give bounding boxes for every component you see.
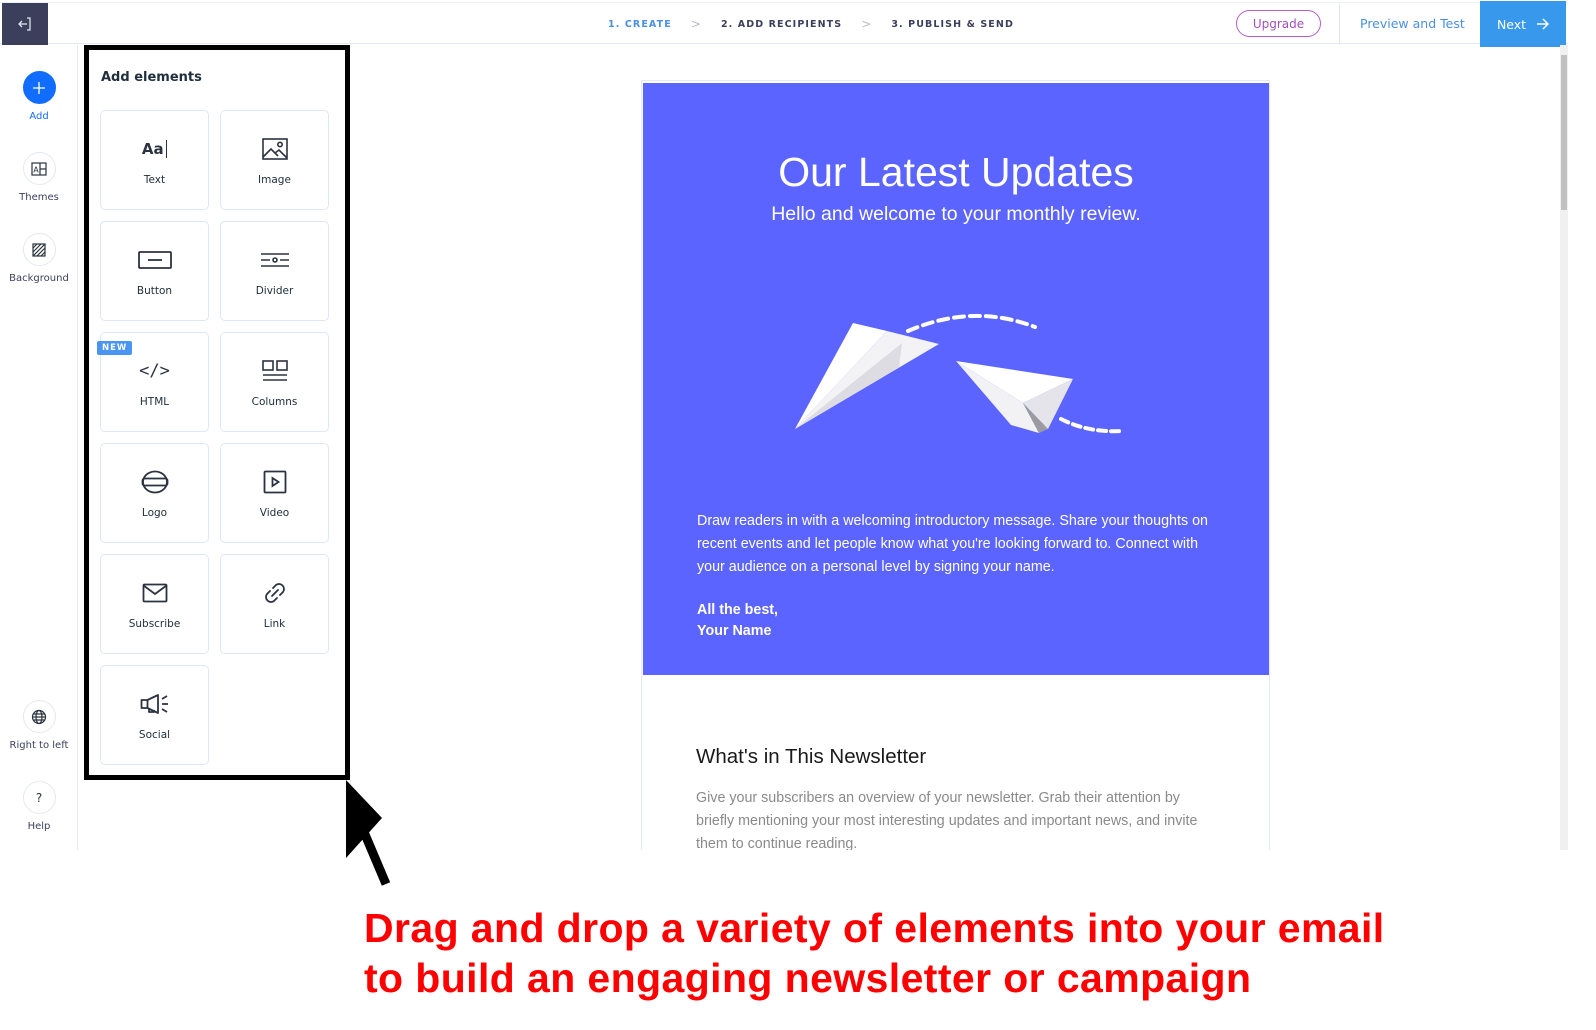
flight-trail <box>1059 417 1125 434</box>
paper-plane-right <box>956 361 1073 433</box>
rail-item-right-to-left[interactable]: Right to left <box>0 700 78 751</box>
megaphone-icon <box>140 689 170 719</box>
upgrade-button[interactable]: Upgrade <box>1236 10 1321 37</box>
tile-label: Columns <box>251 396 298 408</box>
element-tile-columns[interactable]: Columns <box>220 332 329 432</box>
annotation-caption: Drag and drop a variety of elements into… <box>364 903 1385 1003</box>
tile-label: Image <box>258 174 291 186</box>
paper-plane-left <box>795 323 939 429</box>
hero-title[interactable]: Our Latest Updates <box>643 149 1269 196</box>
rail-label: Add <box>29 111 49 122</box>
video-icon <box>263 467 287 497</box>
next-button[interactable]: Next <box>1480 1 1566 47</box>
tile-label: Text <box>143 174 166 186</box>
rail-label: Right to left <box>9 740 69 751</box>
section-body-text[interactable]: Give your subscribers an overview of you… <box>696 787 1216 850</box>
step-add-recipients[interactable]: 2. ADD RECIPIENTS <box>721 19 842 30</box>
exit-icon <box>18 17 31 31</box>
link-icon <box>262 578 288 608</box>
next-label: Next <box>1496 16 1527 32</box>
tile-label: Link <box>263 618 286 630</box>
element-tile-divider[interactable]: Divider <box>220 221 329 321</box>
flight-trail <box>906 314 1037 333</box>
rail-label: Themes <box>19 192 59 203</box>
tile-label: Subscribe <box>128 618 181 630</box>
panel-title: Add elements <box>101 70 202 85</box>
annotation-line-2: to build an engaging newsletter or campa… <box>364 955 1252 1001</box>
code-icon: </> <box>139 361 170 381</box>
tile-label: Video <box>259 507 290 519</box>
elements-grid: Aa Text Image Button Divider NEW </> HTM… <box>97 110 329 765</box>
hero-subtitle[interactable]: Hello and welcome to your monthly review… <box>643 203 1269 226</box>
arrow-right-icon <box>1537 18 1550 30</box>
section-title[interactable]: What's in This Newsletter <box>696 745 926 769</box>
element-tile-subscribe[interactable]: Subscribe <box>100 554 209 654</box>
exit-button[interactable] <box>2 3 48 45</box>
element-tile-video[interactable]: Video <box>220 443 329 543</box>
svg-text:A: A <box>33 165 39 174</box>
button-icon <box>137 245 172 275</box>
annotation-line-1: Drag and drop a variety of elements into… <box>364 905 1385 951</box>
rail-label: Help <box>27 821 51 832</box>
tile-label: Social <box>138 729 171 741</box>
left-rail: Add A Themes Background Right to left ? … <box>0 45 78 850</box>
vertical-scrollbar[interactable] <box>1560 45 1568 850</box>
step-breadcrumb: 1. CREATE > 2. ADD RECIPIENTS > 3. PUBLI… <box>608 3 1014 45</box>
signature-name: Your Name <box>697 622 772 639</box>
globe-icon <box>22 700 56 733</box>
paper-planes-illustration[interactable] <box>773 303 1133 443</box>
text-icon: Aa <box>142 134 168 164</box>
preview-and-test-button[interactable]: Preview and Test <box>1360 3 1465 45</box>
element-tile-text[interactable]: Aa Text <box>100 110 209 210</box>
rail-item-background[interactable]: Background <box>0 233 78 284</box>
rail-item-add[interactable]: Add <box>0 71 78 122</box>
add-elements-panel: Add elements Aa Text Image Button Divide… <box>84 45 350 780</box>
new-badge: NEW <box>97 341 133 355</box>
step-create[interactable]: 1. CREATE <box>608 19 672 30</box>
divider <box>1339 3 1340 45</box>
hero-body-text[interactable]: Draw readers in with a welcoming introdu… <box>697 510 1227 579</box>
top-bar: 1. CREATE > 2. ADD RECIPIENTS > 3. PUBLI… <box>0 1 1568 47</box>
element-tile-button[interactable]: Button <box>100 221 209 321</box>
tile-label: Button <box>136 285 173 297</box>
element-tile-image[interactable]: Image <box>220 110 329 210</box>
rail-item-themes[interactable]: A Themes <box>0 152 78 203</box>
chevron-right-icon: > <box>690 17 702 31</box>
image-icon <box>261 134 288 164</box>
help-icon: ? <box>22 781 56 814</box>
columns-icon <box>261 356 288 386</box>
chevron-right-icon: > <box>861 17 873 31</box>
envelope-icon <box>142 578 168 608</box>
hero-section[interactable]: Our Latest Updates Hello and welcome to … <box>643 83 1269 675</box>
scrollbar-thumb[interactable] <box>1561 55 1567 210</box>
email-editor: 1. CREATE > 2. ADD RECIPIENTS > 3. PUBLI… <box>0 0 1596 850</box>
rail-item-help[interactable]: ? Help <box>0 781 78 832</box>
tile-label: HTML <box>139 396 170 408</box>
signature-closing: All the best, <box>697 602 779 618</box>
tile-label: Logo <box>141 507 168 519</box>
element-tile-link[interactable]: Link <box>220 554 329 654</box>
signature[interactable]: All the best, Your Name <box>697 600 778 641</box>
rail-label: Background <box>9 273 69 284</box>
background-icon <box>22 233 56 266</box>
logo-icon <box>141 467 169 497</box>
element-tile-social[interactable]: Social <box>100 665 209 765</box>
themes-icon: A <box>22 152 56 185</box>
plus-icon <box>22 71 56 104</box>
element-tile-logo[interactable]: Logo <box>100 443 209 543</box>
divider-icon <box>260 245 290 275</box>
step-publish-send[interactable]: 3. PUBLISH & SEND <box>891 19 1014 30</box>
element-tile-html[interactable]: NEW </> HTML <box>97 332 209 432</box>
tile-label: Divider <box>255 285 294 297</box>
annotation-arrow-icon <box>346 780 391 886</box>
email-canvas[interactable]: Our Latest Updates Hello and welcome to … <box>641 80 1270 850</box>
